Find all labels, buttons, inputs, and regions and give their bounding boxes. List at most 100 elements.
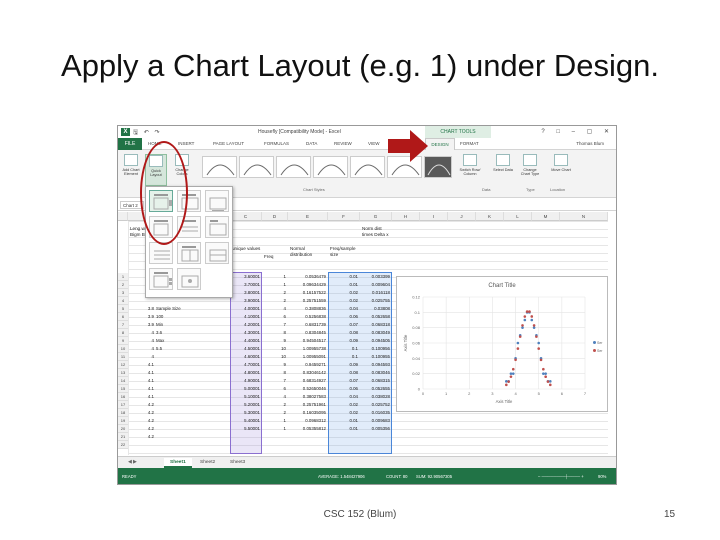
row-header[interactable]: 19 [118, 417, 128, 425]
table-cell-e[interactable]: 0.25751961 [288, 401, 326, 409]
table-cell-b[interactable]: 3.6 [156, 329, 228, 337]
column-header-f[interactable]: F [328, 212, 360, 221]
table-cell-e[interactable]: 0.6831739 [288, 321, 326, 329]
table-cell-e[interactable]: 0.0968312 [288, 417, 326, 425]
table-cell-c[interactable]: 5.00001 [230, 385, 260, 393]
row-header[interactable]: 16 [118, 393, 128, 401]
table-cell-d[interactable]: 10 [262, 353, 286, 361]
table-cell-f[interactable]: 0.1 [328, 345, 358, 353]
tab-file[interactable]: FILE [118, 138, 142, 150]
table-cell-d[interactable] [262, 441, 286, 449]
table-cell-c[interactable]: 4.00001 [230, 305, 260, 313]
switch-row-column-button[interactable]: Switch Row/ Column [459, 154, 481, 186]
table-cell-c[interactable]: 4.90001 [230, 377, 260, 385]
chart-style-2[interactable] [239, 156, 274, 178]
table-cell-b[interactable]: 5.5 [156, 345, 228, 353]
row-header[interactable]: 7 [118, 321, 128, 329]
table-cell-a[interactable]: 4.1 [130, 393, 154, 401]
table-cell-g[interactable]: 0.100956 [360, 345, 390, 353]
tab-view[interactable]: VIEW [368, 141, 380, 146]
table-cell-g[interactable]: 0.005356 [360, 425, 390, 433]
table-cell-g[interactable]: 0.038028 [360, 393, 390, 401]
select-data-button[interactable]: Select Data [492, 154, 514, 186]
select-all-corner[interactable] [118, 212, 128, 221]
row-header[interactable]: 11 [118, 353, 128, 361]
column-header-k[interactable]: K [476, 212, 504, 221]
table-cell-g[interactable] [360, 441, 390, 449]
table-cell-d[interactable]: 1 [262, 425, 286, 433]
table-cell-c[interactable] [230, 441, 260, 449]
table-cell-c[interactable]: 4.20001 [230, 321, 260, 329]
table-cell-g[interactable]: 0.03808 [360, 305, 390, 313]
table-cell-g[interactable]: 0.016118 [360, 289, 390, 297]
chart-style-3[interactable] [276, 156, 311, 178]
sheet-tab-sheet1[interactable]: Sheet1 [164, 458, 192, 468]
quick-access-toolbar[interactable]: 🖫 ↶ ↷ [133, 128, 162, 138]
row-header[interactable]: 2 [118, 281, 128, 289]
table-cell-g[interactable] [360, 433, 390, 441]
table-cell-f[interactable]: 0.06 [328, 313, 358, 321]
table-cell-a[interactable]: 4.2 [130, 409, 154, 417]
table-cell-c[interactable]: 5.30001 [230, 409, 260, 417]
table-cell-b[interactable] [156, 353, 228, 361]
row-header[interactable]: 10 [118, 345, 128, 353]
table-cell-g[interactable]: 0.025755 [360, 297, 390, 305]
table-cell-e[interactable]: 0.09634429 [288, 281, 326, 289]
table-cell-f[interactable]: 0.1 [328, 353, 358, 361]
table-cell-b[interactable] [156, 297, 228, 305]
column-header-c[interactable]: C [230, 212, 262, 221]
table-cell-f[interactable]: 0.01 [328, 273, 358, 281]
table-cell-b[interactable] [156, 417, 228, 425]
table-cell-a[interactable]: 4.1 [130, 377, 154, 385]
table-cell-f[interactable]: 0.06 [328, 385, 358, 393]
chart-style-5[interactable] [350, 156, 385, 178]
table-cell-d[interactable]: 4 [262, 393, 286, 401]
table-cell-b[interactable]: Max [156, 337, 228, 345]
table-cell-d[interactable]: 6 [262, 385, 286, 393]
table-cell-b[interactable] [156, 281, 228, 289]
table-cell-g[interactable]: 0.083049 [360, 329, 390, 337]
table-cell-b[interactable] [156, 433, 228, 441]
table-cell-g[interactable]: 0.094505 [360, 337, 390, 345]
table-cell-d[interactable]: 10 [262, 345, 286, 353]
tab-insert[interactable]: INSERT [178, 141, 194, 146]
table-cell-b[interactable] [156, 425, 228, 433]
table-cell-g[interactable]: 0.052658 [360, 313, 390, 321]
table-cell-b[interactable] [156, 401, 228, 409]
table-cell-a[interactable] [130, 297, 154, 305]
tab-page-layout[interactable]: PAGE LAYOUT [213, 141, 244, 146]
table-cell-d[interactable]: 2 [262, 401, 286, 409]
table-cell-a[interactable]: 4 [130, 353, 154, 361]
table-cell-d[interactable]: 8 [262, 329, 286, 337]
table-cell-e[interactable]: 0.3808836 [288, 305, 326, 313]
table-cell-f[interactable]: 0.02 [328, 297, 358, 305]
row-header[interactable]: 14 [118, 377, 128, 385]
table-cell-g[interactable]: 0.094593 [360, 361, 390, 369]
user-name[interactable]: Thomas Blum [576, 141, 604, 146]
row-header[interactable]: 4 [118, 297, 128, 305]
table-cell-f[interactable]: 0.08 [328, 329, 358, 337]
table-cell-d[interactable] [262, 433, 286, 441]
table-cell-e[interactable]: 0.9459271 [288, 361, 326, 369]
table-cell-a[interactable] [130, 289, 154, 297]
layout-option-6[interactable] [205, 216, 229, 238]
table-cell-f[interactable]: 0.04 [328, 393, 358, 401]
table-cell-a[interactable] [130, 281, 154, 289]
cell-header-d[interactable]: Freq [264, 254, 286, 260]
column-header-i[interactable]: I [420, 212, 448, 221]
move-chart-button[interactable]: Move Chart [550, 154, 572, 186]
table-cell-a[interactable]: 4 [130, 329, 154, 337]
table-cell-g[interactable]: 0.009604 [360, 281, 390, 289]
table-cell-b[interactable]: Sample Size [156, 305, 228, 313]
table-cell-g[interactable]: 0.100955 [360, 353, 390, 361]
tab-data[interactable]: DATA [306, 141, 317, 146]
table-cell-e[interactable]: 0.25751559 [288, 297, 326, 305]
table-cell-e[interactable]: 0.05355812 [288, 425, 326, 433]
table-cell-f[interactable]: 0.02 [328, 409, 358, 417]
table-cell-f[interactable]: 0.09 [328, 361, 358, 369]
table-cell-b[interactable]: 100 [156, 313, 228, 321]
table-cell-e[interactable]: 0.52650046 [288, 385, 326, 393]
row-header[interactable]: 1 [118, 273, 128, 281]
table-cell-b[interactable] [156, 289, 228, 297]
table-cell-c[interactable]: 4.50001 [230, 345, 260, 353]
